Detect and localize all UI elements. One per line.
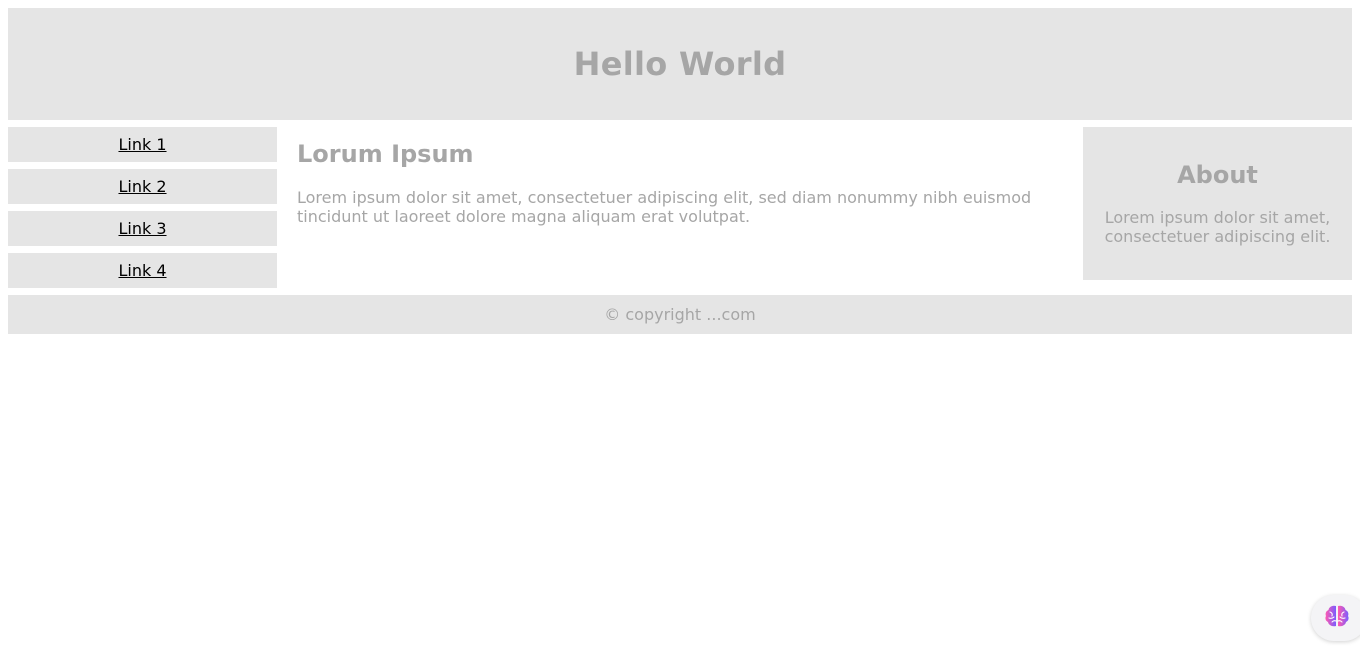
page-footer: © copyright ...com [8, 295, 1352, 334]
nav-link-1[interactable]: Link 1 [8, 127, 277, 162]
brain-icon [1324, 604, 1350, 632]
about-heading: About [1177, 161, 1258, 189]
nav-link-2[interactable]: Link 2 [8, 169, 277, 204]
page-header: Hello World [8, 8, 1352, 120]
main-heading: Lorum Ipsum [297, 140, 474, 168]
main-content: Lorum Ipsum Lorem ipsum dolor sit amet, … [297, 140, 1062, 226]
sidebar-nav: Link 1 Link 2 Link 3 Link 4 [8, 127, 277, 295]
assistant-button[interactable] [1311, 595, 1360, 641]
copyright-text: © copyright ...com [604, 305, 756, 324]
about-paragraph: Lorem ipsum dolor sit amet, consectetuer… [1104, 208, 1331, 246]
about-panel: About Lorem ipsum dolor sit amet, consec… [1083, 127, 1352, 280]
nav-link-3[interactable]: Link 3 [8, 211, 277, 246]
nav-link-4[interactable]: Link 4 [8, 253, 277, 288]
main-paragraph: Lorem ipsum dolor sit amet, consectetuer… [297, 188, 1032, 226]
page-title: Hello World [573, 45, 787, 83]
page: Hello World Link 1 Link 2 Link 3 Link 4 … [0, 0, 1360, 651]
